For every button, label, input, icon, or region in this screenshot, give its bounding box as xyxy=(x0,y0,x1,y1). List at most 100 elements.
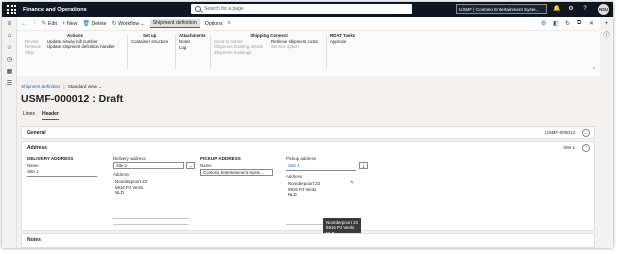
address-header[interactable]: Address Site 1 ⌃ xyxy=(22,142,594,153)
chevron-up-icon[interactable]: ⌃ xyxy=(582,144,590,152)
field-underline xyxy=(27,176,97,177)
search-icon xyxy=(195,6,201,12)
group-shipping-connect: Shipping Connect Send to carrier Shipmen… xyxy=(214,33,324,55)
workflow-button[interactable]: ↻ Workflow ⌄ xyxy=(111,20,145,28)
action-search-icon[interactable]: ⌕ xyxy=(228,20,233,27)
service-option-button[interactable]: Service option xyxy=(271,44,318,50)
shipment-bookings-button[interactable]: Shipment bookings xyxy=(214,50,263,56)
group-rdat-title: RDAT Tasks xyxy=(330,33,356,38)
chevron-down-icon[interactable]: ⌄ xyxy=(582,129,590,137)
avatar[interactable]: NSU xyxy=(598,4,609,15)
group-attachments: Attachments Notes Log xyxy=(179,33,206,50)
field-underline xyxy=(286,170,356,171)
plus-icon[interactable]: + xyxy=(603,21,610,28)
ship-button[interactable]: Ship xyxy=(25,50,41,56)
clock-icon[interactable]: ◷ xyxy=(6,57,13,64)
breadcrumb-separator: | xyxy=(63,84,65,89)
delivery-address-label: Delivery address xyxy=(113,156,146,161)
trash-icon: 🗑 xyxy=(82,21,91,27)
pencil-icon[interactable]: ✎ xyxy=(350,180,354,186)
shipment-booking-details-button[interactable]: Shipment booking details xyxy=(214,44,263,50)
section-title: Notes xyxy=(27,236,41,243)
log-button[interactable]: Log xyxy=(179,45,206,51)
info-icon[interactable]: ⓘ xyxy=(603,33,610,40)
popout-icon[interactable]: ⧉ xyxy=(577,20,581,27)
action-pane: ← ⫶ ✎ Edit + New 🗑 Delete ↻ Workflow ⌄ Shipme… xyxy=(17,17,600,76)
chevron-down-icon[interactable]: ⌄ xyxy=(186,162,195,169)
field-underline xyxy=(113,218,189,219)
chevron-down-icon: ⌄ xyxy=(98,84,103,89)
pickup-address-title: PICKUP ADDRESS xyxy=(200,156,241,161)
back-icon[interactable]: ← xyxy=(21,21,29,27)
tab-shipment-definition[interactable]: Shipment definition xyxy=(149,19,200,28)
page-title: USMF-000012 : Draft xyxy=(21,93,124,105)
star-icon[interactable]: ☆ xyxy=(6,45,13,52)
address-section: Address Site 1 ⌃ DELIVERY ADDRESS Name S… xyxy=(21,141,595,239)
container-structure-button[interactable]: Container structure xyxy=(131,39,168,45)
app-launcher-icon[interactable] xyxy=(6,4,17,15)
workspace-icon[interactable]: ▦ xyxy=(6,69,13,76)
pickup-address-value[interactable]: Site 1 xyxy=(288,163,300,168)
pickup-address-block-label: Address xyxy=(286,174,303,179)
delivery-address-title: DELIVERY ADDRESS xyxy=(27,156,74,161)
delete-button[interactable]: 🗑 Delete xyxy=(82,20,106,28)
pickup-address-block: Noorderpoort 23 5916 PJ Venlo NLD xyxy=(288,181,320,198)
divider xyxy=(326,35,327,69)
group-actions: Actions Revise Release Ship Update airwa… xyxy=(25,33,125,55)
bell-icon[interactable]: 🔔 xyxy=(553,5,561,13)
workflow-icon: ↻ xyxy=(111,21,117,27)
divider xyxy=(127,35,128,69)
section-summary: USMF-000012 xyxy=(545,130,575,135)
new-button[interactable]: + New xyxy=(62,21,77,27)
notes-section: Notes xyxy=(21,233,595,248)
view-selector[interactable]: Standard view ⌄ xyxy=(68,84,102,89)
edit-button[interactable]: ✎ Edit xyxy=(41,20,57,28)
help-icon[interactable]: ? xyxy=(581,5,589,13)
approve-button[interactable]: Approve xyxy=(330,39,355,45)
pickup-name-label: Name xyxy=(200,163,212,168)
gear-icon[interactable]: ⚙ xyxy=(567,5,575,13)
download-icon[interactable]: ⤓ xyxy=(359,162,368,169)
app-window: Finance and Operations Search for a page… xyxy=(2,2,613,248)
pickup-name-input[interactable]: Contoso Entertainment Syste... xyxy=(200,169,273,176)
hamburger-icon[interactable]: ≡ xyxy=(6,21,13,28)
update-handler-button[interactable]: Update shipment definition handler xyxy=(47,44,115,50)
pickup-address-label: Pickup address xyxy=(286,156,317,161)
page-search-input[interactable]: Search for a page xyxy=(191,4,412,14)
tab-header[interactable]: Header xyxy=(41,111,59,120)
delivery-name-label: Name xyxy=(27,163,39,168)
group-setup-title: Set up xyxy=(142,33,157,38)
attach-icon[interactable]: ⚙ xyxy=(541,20,546,27)
general-section: General USMF-000012 ⌄ xyxy=(21,126,595,139)
general-header[interactable]: General USMF-000012 ⌄ xyxy=(22,127,594,138)
section-summary: Site 1 xyxy=(563,145,575,150)
breadcrumb-link[interactable]: Shipment definition xyxy=(21,84,60,89)
release-button[interactable]: Release xyxy=(25,44,41,50)
company-picker[interactable]: USMF | Contoso Entertainment Syste... xyxy=(456,4,547,14)
refresh-icon[interactable]: ↻ xyxy=(565,20,570,27)
add-icon: + xyxy=(62,20,66,27)
delivery-address-input[interactable]: Site 1 xyxy=(113,162,184,169)
delivery-address-block-label: Address xyxy=(113,172,130,177)
notes-header[interactable]: Notes xyxy=(22,234,594,245)
address-line: NLD xyxy=(288,192,297,198)
tab-options[interactable]: Options xyxy=(205,21,223,27)
action-groups: Actions Revise Release Ship Update airwa… xyxy=(17,30,600,76)
right-nav: + ⓘ xyxy=(600,17,613,248)
close-icon[interactable]: ✕ xyxy=(589,20,594,27)
office-icon[interactable]: ◧ xyxy=(553,20,559,27)
filter-icon[interactable]: ⫶ xyxy=(34,20,37,27)
list-icon[interactable]: ☰ xyxy=(6,81,13,88)
section-title: General xyxy=(27,129,46,136)
left-nav: ≡ ⌂ ☆ ◷ ▦ ☰ xyxy=(2,17,17,248)
tab-lines[interactable]: Lines xyxy=(23,111,35,120)
app-title: Finance and Operations xyxy=(23,6,87,13)
group-rdat-tasks: RDAT Tasks Approve xyxy=(330,33,355,45)
pencil-icon: ✎ xyxy=(41,21,47,27)
home-icon[interactable]: ⌂ xyxy=(6,33,13,40)
field-underline xyxy=(113,224,189,225)
page-tabs: Lines Header xyxy=(23,111,66,120)
address-line: Noorderpoort 23 xyxy=(288,181,320,186)
collapse-icon[interactable]: ⌃ xyxy=(592,67,596,73)
delivery-name-value[interactable]: Site 1 xyxy=(27,169,39,174)
